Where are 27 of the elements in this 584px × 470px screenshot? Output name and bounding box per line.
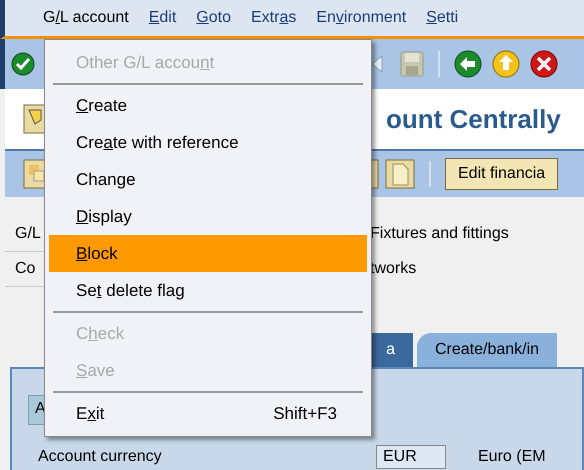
menu-item[interactable]: Block <box>49 235 367 272</box>
menu-item[interactable]: Set delete flag <box>49 272 367 309</box>
field-label: Account currency <box>38 448 163 466</box>
menu-item[interactable]: Extras <box>250 7 296 29</box>
currency-description: Euro (EM <box>478 448 546 466</box>
edit-financial-button[interactable]: Edit financia <box>445 158 558 190</box>
currency-field[interactable]: EUR <box>376 445 446 469</box>
menu-item[interactable]: Create with reference <box>49 124 367 161</box>
cancel-icon[interactable] <box>530 50 558 78</box>
menu-item[interactable]: Display <box>49 198 367 235</box>
tab[interactable]: Create/bank/in <box>417 333 558 367</box>
triangle-icon[interactable] <box>370 52 384 76</box>
screen-title: ount Centrally <box>386 104 561 134</box>
menu-item[interactable]: Edit <box>148 7 176 29</box>
page-icon[interactable] <box>385 159 415 189</box>
menu-item[interactable]: Goto <box>196 7 231 29</box>
field-label: Co <box>15 260 36 278</box>
menu-item[interactable]: G/L account <box>43 7 129 29</box>
check-icon[interactable] <box>11 52 35 76</box>
back-icon[interactable] <box>454 50 482 78</box>
menu-item[interactable]: Setti <box>426 7 458 29</box>
menu-item[interactable]: Environment <box>316 7 406 29</box>
up-icon[interactable] <box>492 50 520 78</box>
field-label: G/L <box>15 225 41 243</box>
menu-item[interactable]: Change <box>49 161 367 198</box>
menu-item[interactable]: Create <box>49 87 367 124</box>
field-value: Fixtures and fittings <box>370 225 509 243</box>
